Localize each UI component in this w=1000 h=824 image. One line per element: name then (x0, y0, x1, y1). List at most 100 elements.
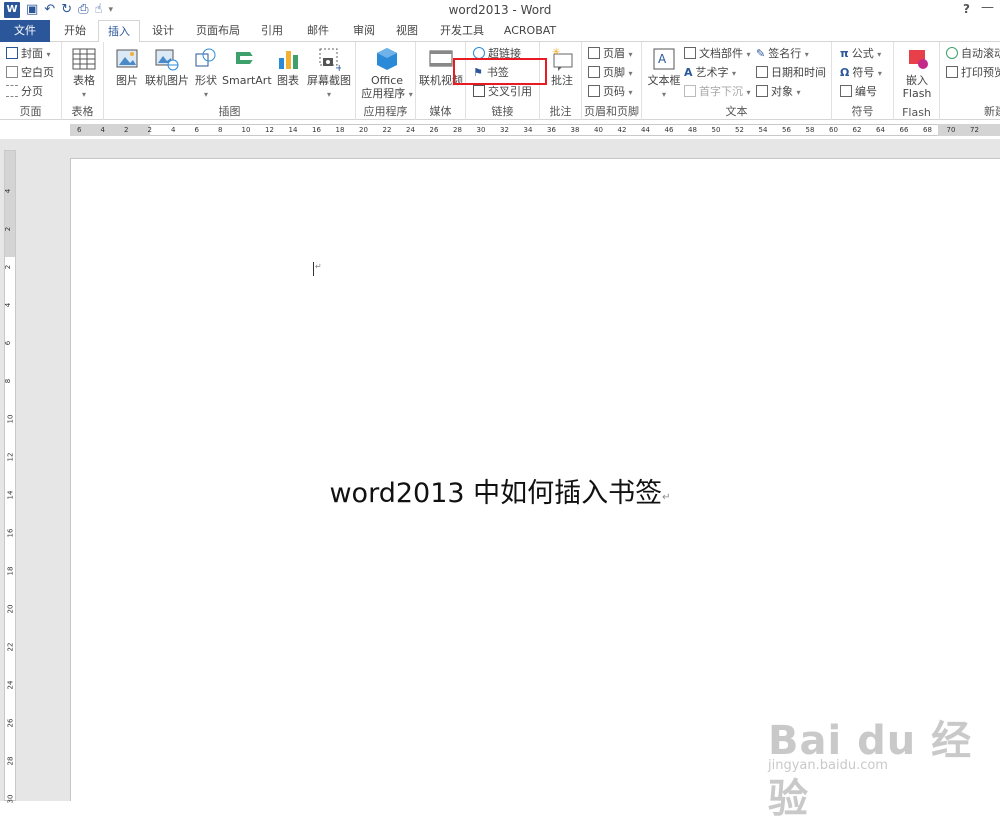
ruler-tick-label: 28 (453, 126, 462, 134)
group-label-header-footer: 页眉和页脚 (584, 105, 639, 118)
ruler-tick-label: 34 (523, 126, 533, 134)
office-apps-button[interactable]: Office 应用程序 ▾ (360, 46, 414, 101)
screenshot-icon: + (319, 48, 341, 72)
group-header-footer: 页眉 ▾ 页脚 ▾ 页码 ▾ 页眉和页脚 (582, 42, 642, 120)
document-heading[interactable]: word2013 中如何插入书签↵ (0, 471, 1000, 510)
tab-acrobat[interactable]: ACROBAT (500, 20, 560, 42)
footer-button[interactable]: 页脚 ▾ (588, 65, 633, 82)
ruler-tick-label: 58 (805, 126, 815, 134)
tab-review[interactable]: 审阅 (344, 20, 384, 42)
shapes-button[interactable]: 形状 ▾ (192, 46, 220, 101)
tab-insert[interactable]: 插入 (98, 20, 140, 43)
watermark-url: jingyan.baidu.com (768, 758, 888, 773)
ruler-tick-label: 56 (782, 126, 791, 134)
group-label-new: 新建 (984, 105, 1000, 118)
embed-flash-button[interactable]: 嵌入 Flash (900, 46, 934, 100)
ruler-tick-label: 66 (899, 126, 909, 134)
ruler-tick-label: 8 (4, 378, 13, 384)
number-icon (840, 85, 852, 97)
page-break-button[interactable]: 分页 (6, 84, 43, 100)
print-preview-icon-small (946, 66, 958, 78)
ruler-tick-label: 12 (6, 452, 15, 462)
ruler-tick-label: 26 (429, 126, 439, 134)
group-symbols: π 公式 ▾ Ω 符号 ▾ 编号 符号 (832, 42, 894, 120)
cross-reference-button[interactable]: 交叉引用 (473, 84, 532, 100)
table-button[interactable]: 表格 ▾ (69, 46, 99, 101)
ruler-tick-label: 30 (476, 126, 486, 134)
textbox-button[interactable]: A 文本框 ▾ (646, 46, 682, 101)
header-button[interactable]: 页眉 ▾ (588, 46, 633, 63)
heading-paragraph-mark: ↵ (662, 492, 671, 503)
object-icon (756, 85, 768, 97)
tab-file[interactable]: 文件 (0, 20, 50, 42)
smartart-button[interactable]: SmartArt (222, 46, 272, 87)
date-time-button[interactable]: 日期和时间 (756, 65, 826, 81)
group-label-flash: Flash (902, 106, 931, 119)
date-time-icon (756, 66, 768, 78)
ruler-tick-label: 38 (570, 126, 580, 134)
tab-design[interactable]: 设计 (143, 20, 183, 42)
group-label-text: 文本 (725, 105, 748, 118)
cover-page-button[interactable]: 封面 ▾ (6, 46, 51, 63)
ruler-tick-label: 72 (970, 126, 979, 134)
help-button[interactable]: ? (963, 2, 970, 16)
drop-cap-button[interactable]: 首字下沉 ▾ (684, 84, 751, 101)
minimize-button[interactable]: — (981, 0, 994, 15)
ruler-tick-label: 8 (218, 126, 223, 134)
title-bar: W ▣ ↶ ↻ ⎙ ☝ ▾ word2013 - Word ? — (0, 0, 1000, 20)
signature-line-icon: ✎ (756, 47, 766, 60)
equation-button[interactable]: π 公式 ▾ (840, 46, 881, 63)
ruler-tick-label: 20 (359, 126, 368, 134)
ruler-tick-label: 12 (265, 126, 274, 134)
new-comment-button[interactable]: ✳ 批注 (546, 46, 578, 87)
group-illustrations: 图片 联机图片 形状 ▾ SmartArt 图表 + 屏幕截图 ▾ 插图 (104, 42, 356, 120)
drop-cap-icon (684, 85, 696, 97)
ruler-tick-label: 18 (6, 566, 15, 576)
tab-view[interactable]: 视图 (388, 20, 426, 42)
chart-button[interactable]: 图表 (274, 46, 302, 87)
group-label-apps: 应用程序 (363, 105, 408, 118)
tab-developer[interactable]: 开发工具 (434, 20, 490, 42)
auto-scroll-icon (946, 47, 958, 59)
wordart-button[interactable]: A 艺术字 ▾ (684, 65, 736, 82)
table-icon (72, 48, 96, 70)
group-label-links: 链接 (491, 105, 514, 118)
ruler-tick-label: 2 (4, 226, 13, 232)
blank-page-button[interactable]: 空白页 (6, 65, 54, 81)
page-number-button[interactable]: 页码 ▾ (588, 84, 633, 101)
pi-icon: π (840, 47, 849, 60)
ruler-tick-label: 44 (641, 126, 650, 134)
object-button[interactable]: 对象 ▾ (756, 84, 801, 101)
ruler-tick-label: 4 (4, 188, 13, 194)
header-icon (588, 47, 600, 59)
page-break-icon (6, 85, 18, 97)
horizontal-ruler[interactable]: 6 4 2 2 4 6 8 10 12 14 16 18 20 22 24 26 28 30 32 34 36 38 40 4… (0, 121, 1000, 139)
screenshot-button[interactable]: + 屏幕截图 ▾ (306, 46, 352, 101)
ruler-tick-label: 42 (617, 126, 627, 134)
ruler-tick-label: 40 (594, 126, 603, 134)
ruler-tick-label: 24 (6, 680, 15, 690)
signature-line-button[interactable]: ✎ 签名行 ▾ (756, 46, 809, 63)
ruler-left-margin (70, 124, 150, 136)
ruler-tick-label: 22 (382, 126, 392, 134)
group-text: A 文本框 ▾ 文档部件 ▾ A 艺术字 ▾ 首字下沉 ▾ ✎ 签名行 ▾ 日期和时间… (642, 42, 832, 120)
ruler-tick-label: 6 (4, 340, 13, 346)
auto-scroll-button[interactable]: 自动滚动 (946, 46, 1000, 62)
baidu-watermark: Bai du 经验 jingyan.baidu.com (768, 688, 998, 822)
picture-button[interactable]: 图片 (112, 46, 142, 87)
online-picture-icon (155, 49, 179, 71)
tab-page-layout[interactable]: 页面布局 (190, 20, 246, 42)
print-preview-button[interactable]: 打印预览 (946, 65, 1000, 81)
tab-mailings[interactable]: 邮件 (298, 20, 338, 42)
ruler-tick-label: 32 (500, 126, 509, 134)
number-button[interactable]: 编号 (840, 84, 877, 100)
tab-home[interactable]: 开始 (55, 20, 95, 42)
group-pages: 封面 ▾ 空白页 分页 页面 (0, 42, 62, 120)
online-picture-button[interactable]: 联机图片 (144, 46, 190, 87)
tab-references[interactable]: 引用 (252, 20, 292, 42)
quick-parts-button[interactable]: 文档部件 ▾ (684, 46, 751, 63)
symbol-button[interactable]: Ω 符号 ▾ (840, 65, 882, 82)
wordart-icon: A (684, 66, 693, 79)
group-new: 自动滚动 打印预览 新建 (940, 42, 1000, 120)
chart-icon (279, 51, 298, 69)
